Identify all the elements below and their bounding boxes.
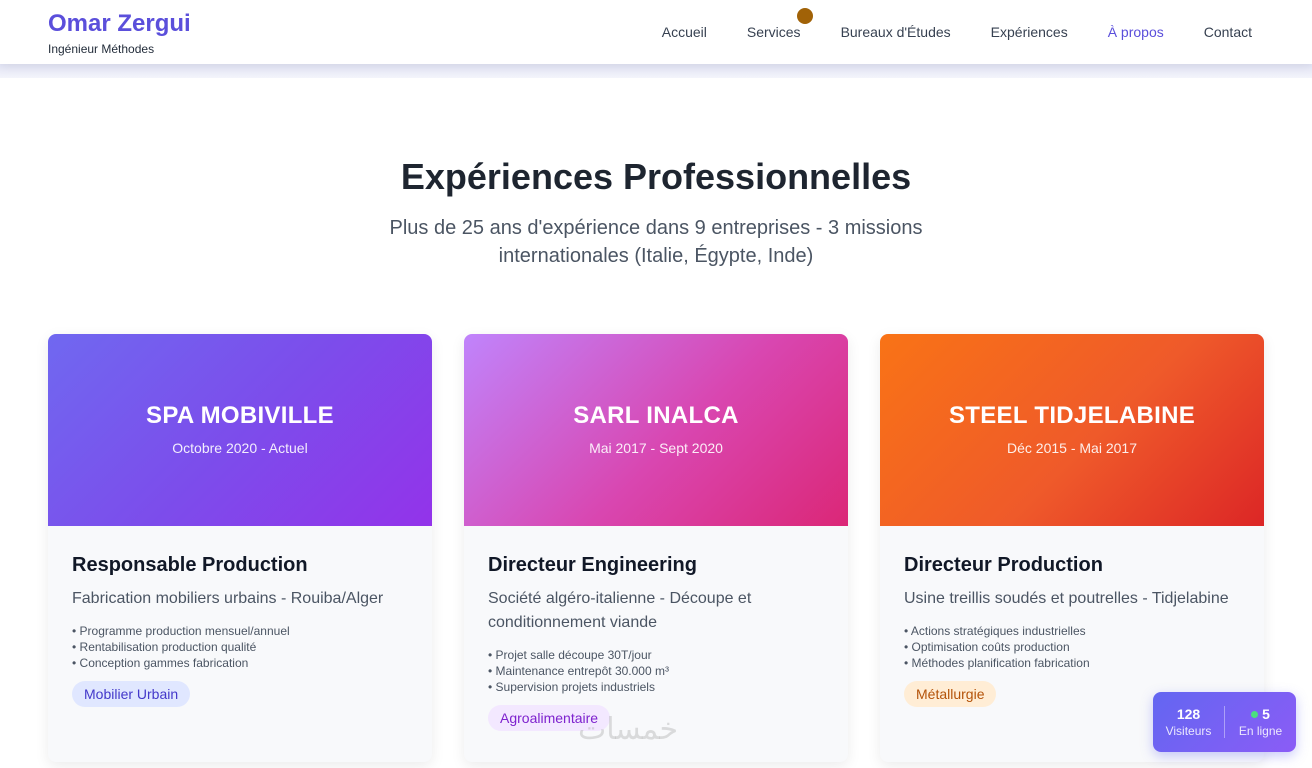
- list-item: • Supervision projets industriels: [488, 680, 655, 694]
- list-item: • Optimisation coûts production: [904, 640, 1070, 654]
- card-hero: SARL INALCA Mai 2017 - Sept 2020: [464, 334, 848, 526]
- responsibilities-list: • Projet salle découpe 30T/jour • Mainte…: [488, 647, 824, 695]
- visitors-stat: 128 Visiteurs: [1153, 706, 1224, 738]
- watermark: خمسات: [578, 712, 679, 747]
- card-hero: STEEL TIDJELABINE Déc 2015 - Mai 2017: [880, 334, 1264, 526]
- card-hero: SPA MOBIVILLE Octobre 2020 - Actuel: [48, 334, 432, 526]
- list-item: • Projet salle découpe 30T/jour: [488, 648, 652, 662]
- nav-experiences[interactable]: Expériences: [991, 24, 1068, 40]
- section-title: Expériences Professionnelles: [400, 156, 912, 197]
- job-description: Usine treillis soudés et poutrelles - Ti…: [904, 590, 1229, 607]
- list-item: • Actions stratégiques industrielles: [904, 624, 1086, 638]
- main-nav: Accueil Services Bureaux d'Études Expéri…: [662, 0, 1252, 64]
- experience-card-mobiville[interactable]: SPA MOBIVILLE Octobre 2020 - Actuel Resp…: [48, 334, 432, 762]
- nav-services-label: Services: [746, 24, 801, 40]
- brand-role: Ingénieur Méthodes: [48, 42, 155, 56]
- site-header: Omar Zergui Ingénieur Méthodes Accueil S…: [0, 0, 1312, 64]
- company-name: SPA MOBIVILLE: [146, 402, 334, 429]
- brand[interactable]: Omar Zergui Ingénieur Méthodes: [48, 10, 191, 56]
- period: Octobre 2020 - Actuel: [172, 440, 308, 456]
- responsibilities-list: • Programme production mensuel/annuel • …: [72, 623, 408, 671]
- online-count-row: 5: [1225, 706, 1296, 722]
- online-status-icon: [1251, 711, 1259, 718]
- online-stat: 5 En ligne: [1225, 706, 1296, 738]
- nav-bureaux-etudes[interactable]: Bureaux d'Études: [841, 24, 951, 40]
- nav-services[interactable]: Services: [746, 8, 813, 40]
- section-subtitle: Plus de 25 ans d'expérience dans 9 entre…: [389, 217, 923, 267]
- notification-dot-icon: [796, 8, 813, 24]
- job-description: Fabrication mobiliers urbains - Rouiba/A…: [72, 590, 384, 607]
- header-shadow-band: [0, 64, 1312, 78]
- experience-card-inalca[interactable]: SARL INALCA Mai 2017 - Sept 2020 Directe…: [464, 334, 848, 762]
- card-body: Responsable Production Fabrication mobil…: [48, 526, 432, 707]
- job-description: Société algéro-italienne - Découpe et co…: [488, 590, 752, 631]
- visitors-label: Visiteurs: [1165, 724, 1212, 738]
- job-title: Directeur Engineering: [488, 554, 697, 576]
- card-body: Directeur Engineering Société algéro-ita…: [464, 526, 848, 731]
- job-title: Directeur Production: [904, 554, 1103, 576]
- company-name: STEEL TIDJELABINE: [948, 402, 1196, 429]
- card-body: Directeur Production Usine treillis soud…: [880, 526, 1264, 707]
- visitor-stats-widget[interactable]: 128 Visiteurs 5 En ligne: [1153, 692, 1296, 752]
- nav-accueil[interactable]: Accueil: [662, 24, 707, 40]
- period: Mai 2017 - Sept 2020: [589, 440, 723, 456]
- job-title: Responsable Production: [72, 554, 308, 576]
- list-item: • Conception gammes fabrication: [72, 656, 249, 670]
- nav-contact[interactable]: Contact: [1204, 24, 1252, 40]
- online-label: En ligne: [1238, 724, 1283, 738]
- responsibilities-list: • Actions stratégiques industrielles • O…: [904, 623, 1240, 671]
- visitors-count: 128: [1176, 706, 1201, 722]
- list-item: • Rentabilisation production qualité: [72, 640, 257, 654]
- nav-a-propos[interactable]: À propos: [1108, 24, 1164, 40]
- brand-name[interactable]: Omar Zergui: [48, 10, 191, 38]
- list-item: • Programme production mensuel/annuel: [72, 624, 290, 638]
- list-item: • Maintenance entrepôt 30.000 m³: [488, 664, 669, 678]
- company-name: SARL INALCA: [573, 402, 739, 429]
- period: Déc 2015 - Mai 2017: [1007, 440, 1137, 456]
- sector-tag: Mobilier Urbain: [72, 681, 191, 707]
- list-item: • Méthodes planification fabrication: [904, 656, 1090, 670]
- online-count: 5: [1262, 706, 1270, 722]
- sector-tag: Métallurgie: [904, 681, 997, 707]
